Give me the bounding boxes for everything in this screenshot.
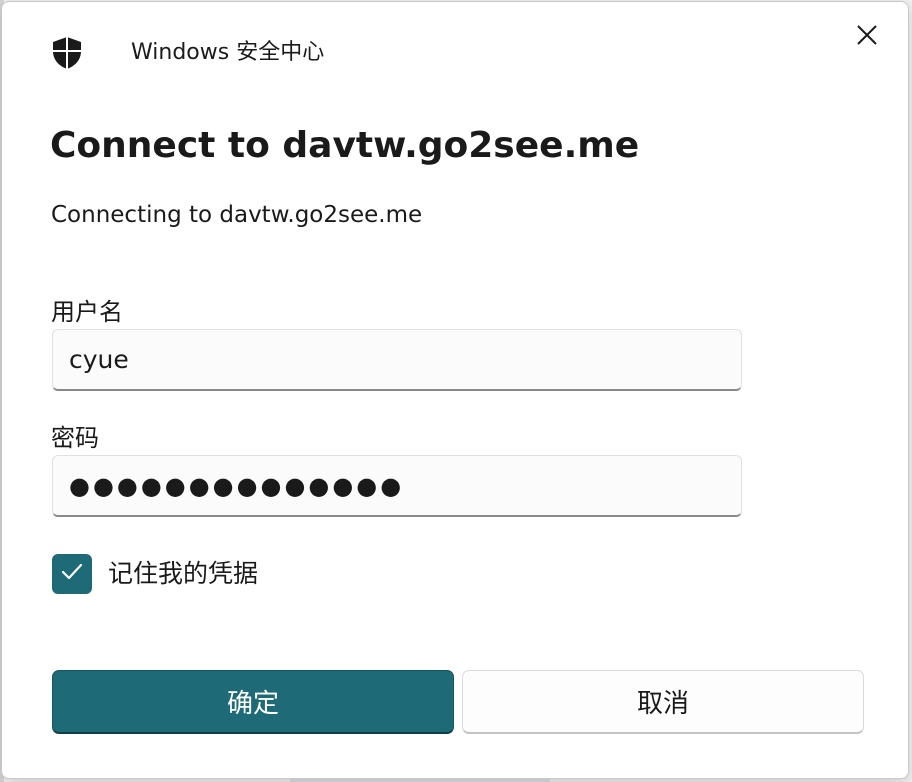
checkmark-icon [60,560,84,588]
username-label: 用户名 [51,298,123,326]
password-label: 密码 [51,424,99,452]
credential-dialog: Windows 安全中心 Connect to davtw.go2see.me … [1,1,909,779]
ok-button[interactable]: 确定 [52,670,454,734]
remember-credentials-label[interactable]: 记住我的凭据 [108,559,258,589]
close-icon [856,24,878,50]
window-title: Windows 安全中心 [131,40,325,65]
close-button[interactable] [847,18,887,56]
dialog-message: Connecting to davtw.go2see.me [51,202,423,228]
dialog-heading: Connect to davtw.go2see.me [50,125,640,166]
shield-icon [51,36,83,70]
cancel-button[interactable]: 取消 [462,670,864,734]
password-input[interactable] [52,455,742,517]
remember-credentials-checkbox[interactable] [52,554,92,594]
username-input[interactable] [52,329,742,391]
